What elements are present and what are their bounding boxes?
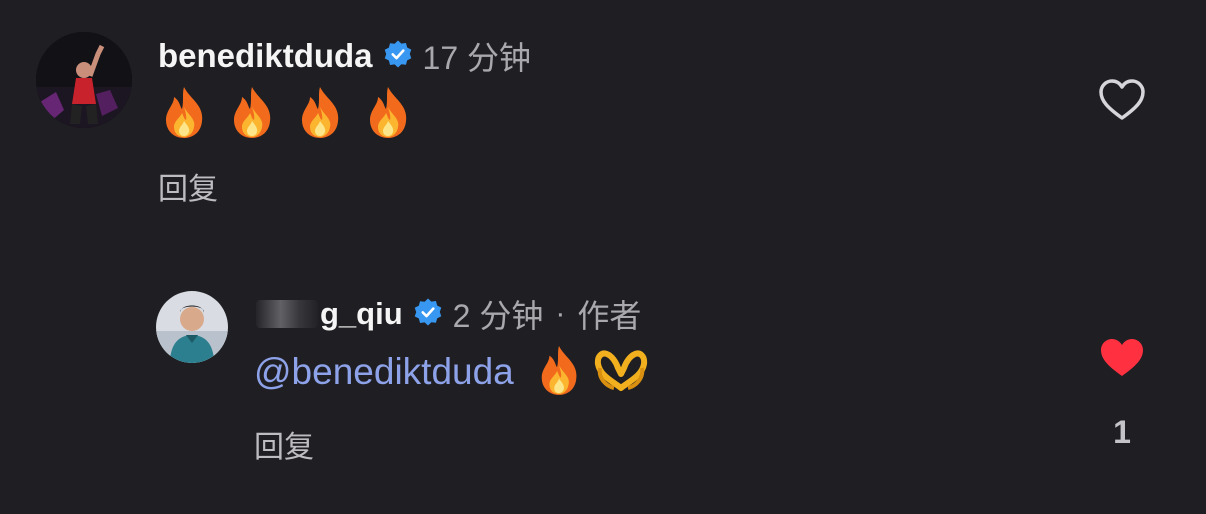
- heart-outline-icon: [1099, 79, 1145, 120]
- reply-button[interactable]: 回复: [254, 422, 314, 466]
- comment-meta: g_qiu 2 分钟 · 作者: [256, 294, 641, 334]
- heart-filled-icon: [1101, 339, 1143, 376]
- avatar[interactable]: [36, 32, 132, 128]
- comment-item: benediktdudа 17 分钟 回复: [0, 0, 1206, 240]
- verified-badge-icon: [383, 39, 413, 74]
- separator-dot: ·: [555, 297, 566, 330]
- username[interactable]: g_qiu: [320, 296, 403, 332]
- heart-hands-emoji-icon: [594, 348, 648, 397]
- avatar-image: [156, 291, 228, 363]
- like-count: 1: [1113, 414, 1131, 450]
- fire-emoji-icon: [536, 344, 582, 401]
- fire-emoji-icon: [160, 85, 208, 144]
- fire-emoji-icon: [228, 85, 276, 144]
- username[interactable]: benediktdudа: [158, 37, 373, 75]
- reply-button[interactable]: 回复: [158, 164, 218, 208]
- fire-emoji-icon: [296, 85, 344, 144]
- avatar[interactable]: [156, 291, 228, 363]
- avatar-image: [36, 32, 132, 128]
- author-badge: 作者: [577, 298, 642, 334]
- timestamp: 2 分钟: [452, 298, 544, 334]
- comment-meta: benediktdudа 17 分钟: [158, 36, 531, 76]
- redacted-username-part: [256, 300, 318, 328]
- like-button[interactable]: [1098, 78, 1146, 127]
- mention-link[interactable]: @benediktduda: [254, 351, 514, 393]
- like-button[interactable]: [1098, 336, 1146, 385]
- timestamp: 17 分钟: [422, 40, 532, 76]
- comment-body: [160, 86, 432, 142]
- comment-body: @benediktduda: [254, 344, 668, 400]
- reply-comment-item: g_qiu 2 分钟 · 作者 @benediktduda 回复 1: [0, 260, 1206, 514]
- fire-emoji-icon: [364, 85, 412, 144]
- verified-badge-icon: [413, 297, 443, 332]
